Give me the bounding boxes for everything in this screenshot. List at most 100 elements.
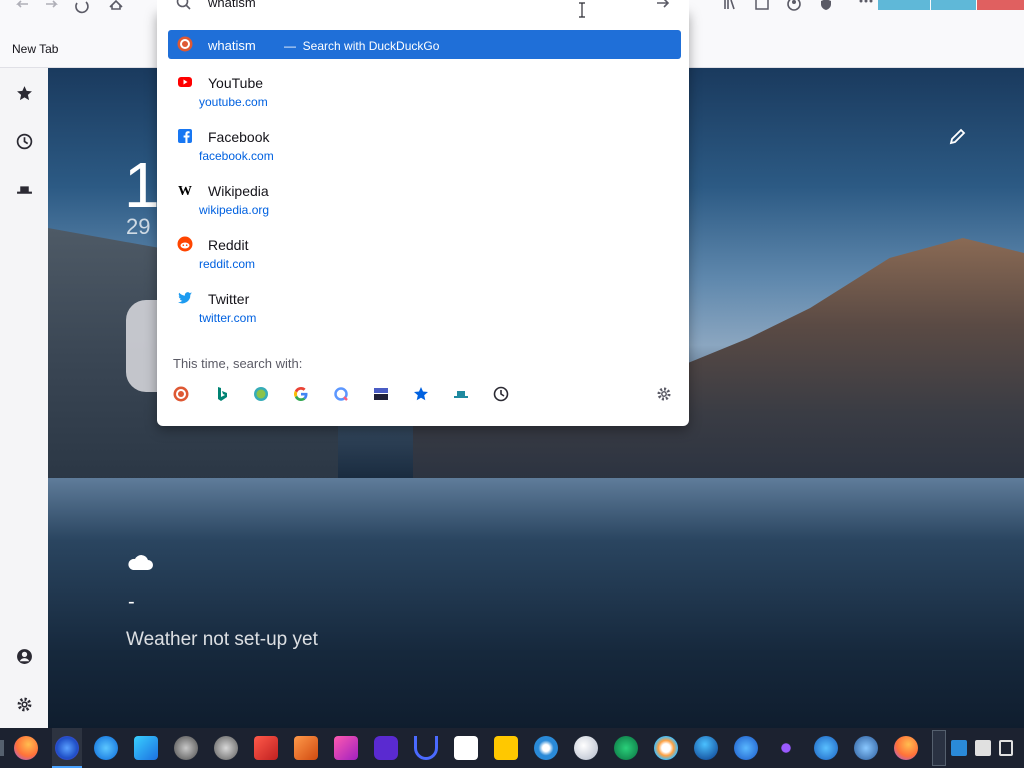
sidebar xyxy=(0,68,48,728)
star-icon xyxy=(414,387,428,401)
raccoon-icon[interactable] xyxy=(174,736,198,760)
text-cursor-icon xyxy=(579,2,585,18)
menu-button[interactable] xyxy=(852,0,880,14)
sidebar-toggle-button[interactable] xyxy=(748,0,776,14)
engine-google[interactable] xyxy=(292,385,310,403)
search-icon xyxy=(176,0,191,10)
tabs-icon xyxy=(374,388,388,400)
gear-icon xyxy=(657,387,671,401)
shield-button[interactable] xyxy=(812,0,840,14)
home-icon xyxy=(109,0,123,10)
suggestion-url: facebook.com xyxy=(199,149,274,163)
search-action: — Search with DuckDuckGo xyxy=(284,39,440,53)
suggestion-name: Wikipedia xyxy=(208,183,269,199)
gear-icon xyxy=(17,697,31,711)
suggestion-url: youtube.com xyxy=(199,95,268,109)
engine-bookmarks[interactable] xyxy=(412,385,430,403)
engine-duckduckgo[interactable] xyxy=(172,385,190,403)
engine-tabs[interactable] xyxy=(372,385,390,403)
suggestion-name: Facebook xyxy=(208,129,270,145)
chrome-like-icon[interactable] xyxy=(654,736,678,760)
engine-ecosia[interactable] xyxy=(252,385,270,403)
home-button[interactable] xyxy=(102,0,130,14)
tray-shield-icon[interactable] xyxy=(975,740,991,756)
close-button[interactable] xyxy=(977,0,1024,10)
suggestion-facebook[interactable]: Facebook facebook.com xyxy=(168,124,681,172)
engine-sidebar[interactable] xyxy=(452,385,470,403)
firefox-icon[interactable] xyxy=(14,736,38,760)
shield-icon xyxy=(821,0,831,10)
firefox-alt-icon[interactable] xyxy=(894,736,918,760)
basilisk-icon[interactable] xyxy=(854,736,878,760)
globe-icon[interactable] xyxy=(694,736,718,760)
pencil-icon[interactable] xyxy=(948,126,968,146)
compass-icon[interactable] xyxy=(534,736,558,760)
maximize-button[interactable] xyxy=(931,0,976,10)
fox-orange-icon[interactable] xyxy=(294,736,318,760)
history-icon xyxy=(493,386,509,402)
new-tab-bookmark[interactable]: New Tab xyxy=(12,42,58,56)
go-arrow-icon[interactable] xyxy=(655,0,671,11)
sidebar-settings[interactable] xyxy=(12,692,36,716)
suggestion-wikipedia[interactable]: W Wikipedia wikipedia.org xyxy=(168,178,681,226)
one-off-search-label: This time, search with: xyxy=(173,356,303,371)
browser-icon[interactable] xyxy=(55,736,79,760)
facebook-icon xyxy=(178,129,192,143)
suggestion-url: twitter.com xyxy=(199,311,257,325)
engine-bing[interactable] xyxy=(212,385,230,403)
pale-moon-icon[interactable] xyxy=(814,736,838,760)
orb-icon[interactable] xyxy=(574,736,598,760)
fox-red-icon[interactable] xyxy=(254,736,278,760)
sidebar-account[interactable] xyxy=(12,644,36,668)
star-icon xyxy=(16,85,32,100)
suggestion-name: Twitter xyxy=(208,291,250,307)
tray-app-icon[interactable] xyxy=(951,740,967,756)
raccoon-alt-icon[interactable] xyxy=(214,736,238,760)
suggestion-youtube[interactable]: YouTube youtube.com xyxy=(168,70,681,118)
waterfox-icon[interactable] xyxy=(134,736,158,760)
floorp-icon[interactable] xyxy=(374,736,398,760)
google-icon xyxy=(294,387,308,401)
more-icon xyxy=(859,0,873,3)
suggestion-reddit[interactable]: Reddit reddit.com xyxy=(168,232,681,280)
svg-text:W: W xyxy=(178,184,192,198)
engine-qwant[interactable] xyxy=(332,385,350,403)
sidebar-bookmarks[interactable] xyxy=(12,81,36,105)
sidebar-history[interactable] xyxy=(12,129,36,153)
m-icon[interactable] xyxy=(494,736,518,760)
date: 29 xyxy=(126,214,151,239)
youtube-icon xyxy=(178,77,192,87)
suggestion-twitter[interactable]: Twitter twitter.com xyxy=(168,286,681,334)
urlbar-input[interactable]: whatism xyxy=(208,0,256,10)
z-icon[interactable] xyxy=(454,736,478,760)
duckduckgo-icon xyxy=(173,386,189,402)
sidebar-extensions[interactable] xyxy=(12,177,36,201)
search-settings-button[interactable] xyxy=(655,385,673,403)
cloud-icon xyxy=(128,555,153,570)
u-icon[interactable] xyxy=(414,736,438,760)
engine-history[interactable] xyxy=(492,385,510,403)
suggestion-url: wikipedia.org xyxy=(199,203,270,217)
library-icon xyxy=(724,0,735,10)
edge-icon[interactable] xyxy=(614,736,638,760)
back-arrow-icon xyxy=(16,0,28,8)
reload-button[interactable] xyxy=(68,0,96,14)
library-button[interactable] xyxy=(716,0,744,14)
firefox-dev-icon[interactable] xyxy=(94,736,118,760)
duckduckgo-icon xyxy=(177,36,193,52)
bing-icon xyxy=(218,387,227,401)
forward-button[interactable] xyxy=(38,0,66,14)
user-circle-icon xyxy=(16,648,32,664)
taskbar-scroll[interactable] xyxy=(932,730,946,766)
ball-icon[interactable] xyxy=(734,736,758,760)
back-button[interactable] xyxy=(8,0,36,14)
search-suggestion-selected[interactable]: whatism — Search with DuckDuckGo xyxy=(168,30,681,59)
purple-dot-icon[interactable] xyxy=(774,736,798,760)
tray-battery-icon[interactable] xyxy=(999,740,1013,756)
wikipedia-icon: W xyxy=(178,184,192,198)
fox-pink-icon[interactable] xyxy=(334,736,358,760)
minimize-button[interactable] xyxy=(878,0,930,10)
account-icon xyxy=(787,0,801,11)
account-button[interactable] xyxy=(780,0,808,14)
clock-icon xyxy=(16,133,32,149)
